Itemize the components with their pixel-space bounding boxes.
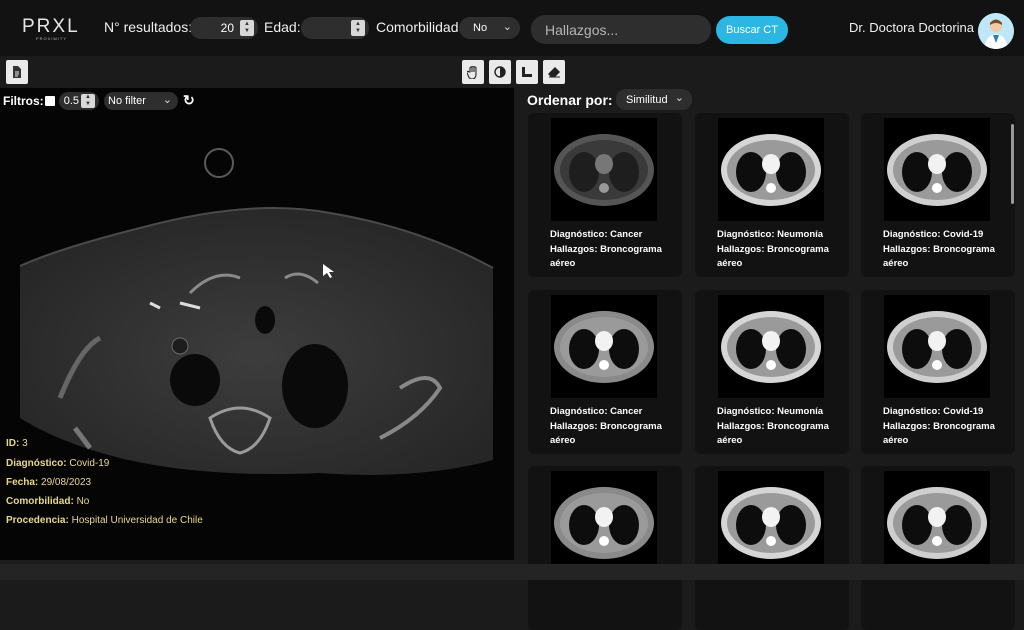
ct-thumbnail[interactable] [884,118,990,221]
logo: PRXL PROXIMITY [22,16,86,42]
hand-icon[interactable] [462,60,484,84]
study-source: Procedencia: Hospital Universidad de Chi… [6,515,203,526]
ct-thumbnail[interactable] [551,295,657,398]
result-finding: Hallazgos: Broncograma aéreo [717,243,829,270]
comorbidity-select[interactable]: No ⌄ [459,17,520,39]
bottom-bar [0,564,1024,580]
chevron-down-icon: ⌄ [502,21,512,33]
user-name: Dr. Doctora Doctorina [849,20,974,35]
search-ct-button[interactable]: Buscar CT [716,16,788,44]
study-diagnosis: Diagnóstico: Covid-19 [6,458,110,469]
study-date: Fecha: 29/08/2023 [6,477,92,488]
result-diagnosis: Diagnóstico: Cancer [550,406,643,417]
ct-thumbnail[interactable] [551,118,657,221]
study-id: ID: 3 [6,438,28,449]
results-count-label: N° resultados: [104,19,193,35]
filters-checkbox[interactable] [45,96,55,106]
result-diagnosis: Diagnóstico: Cancer [550,229,643,240]
avatar[interactable] [978,13,1014,49]
result-card[interactable]: Diagnóstico: Covid-19 Hallazgos: Broncogr… [861,290,1015,454]
logo-text: PRXL [22,16,80,37]
ct-thumbnail[interactable] [884,471,990,574]
result-card-text: Diagnóstico: Neumonía Hallazgos: Broncogr… [717,228,843,272]
result-diagnosis: Diagnóstico: Covid-19 [883,406,984,417]
result-finding: Hallazgos: Broncograma aéreo [883,243,995,270]
ct-viewer[interactable] [0,88,514,560]
stepper-icon[interactable]: ▲ ▼ [351,20,365,36]
chevron-down-icon: ⌄ [674,92,684,104]
stepper-icon[interactable]: ▲ ▼ [81,94,95,108]
age-label: Edad: [264,19,301,35]
result-card[interactable]: Diagnóstico: Cancer Hallazgos: Broncogram… [528,113,682,277]
contrast-icon[interactable] [489,60,511,84]
result-card[interactable] [695,466,849,630]
result-finding: Hallazgos: Broncograma aéreo [883,420,995,447]
study-comorbidity: Comorbilidad: No [6,496,90,507]
result-card-text: Diagnóstico: Cancer Hallazgos: Broncogram… [550,405,676,449]
result-card-text: Diagnóstico: Neumonía Hallazgos: Broncogr… [717,405,843,449]
result-card-text: Diagnóstico: Covid-19 Hallazgos: Broncogr… [883,228,1009,272]
ruler-icon[interactable] [516,60,538,84]
result-finding: Hallazgos: Broncograma aéreo [550,420,662,447]
result-finding: Hallazgos: Broncograma aéreo [550,243,662,270]
filters-bar: Filtros: [3,94,44,108]
results-scrollbar[interactable] [1011,124,1014,204]
result-card-text: Diagnóstico: Cancer Hallazgos: Broncogram… [550,228,676,272]
sort-select[interactable]: Similitud ⌄ [616,89,692,110]
result-card[interactable] [528,466,682,630]
result-finding: Hallazgos: Broncograma aéreo [717,420,829,447]
sort-label: Ordenar por: [527,92,613,108]
ct-thumbnail[interactable] [718,118,824,221]
age-input[interactable]: ▲ ▼ [301,17,369,39]
ct-scan-image [0,88,514,560]
document-icon[interactable] [6,60,28,84]
refresh-icon[interactable]: ↻ [183,92,195,109]
logo-subtext: PROXIMITY [36,36,68,41]
results-count-input[interactable]: 20 ▲ ▼ [190,17,258,39]
result-card-text: Diagnóstico: Covid-19 Hallazgos: Broncogr… [883,405,1009,449]
findings-search-input[interactable] [531,15,711,44]
result-diagnosis: Diagnóstico: Covid-19 [883,229,984,240]
ct-thumbnail[interactable] [884,295,990,398]
result-card[interactable] [861,466,1015,630]
result-diagnosis: Diagnóstico: Neumonía [717,229,824,240]
filter-select[interactable]: No filter ⌄ [104,92,178,110]
threshold-input[interactable]: 0.5 ▲ ▼ [59,92,99,110]
result-diagnosis: Diagnóstico: Neumonía [717,406,824,417]
result-card[interactable]: Diagnóstico: Neumonía Hallazgos: Broncogr… [695,290,849,454]
comorbidity-label: Comorbilidad [376,19,459,35]
ct-thumbnail[interactable] [551,471,657,574]
result-card[interactable]: Diagnóstico: Covid-19 Hallazgos: Broncogr… [861,113,1015,277]
chevron-down-icon: ⌄ [162,94,172,106]
ct-thumbnail[interactable] [718,471,824,574]
ct-thumbnail[interactable] [718,295,824,398]
result-card[interactable]: Diagnóstico: Neumonía Hallazgos: Broncogr… [695,113,849,277]
eraser-icon[interactable] [543,60,565,84]
result-card[interactable]: Diagnóstico: Cancer Hallazgos: Broncogram… [528,290,682,454]
stepper-icon[interactable]: ▲ ▼ [240,20,254,36]
filters-label: Filtros: [3,94,44,108]
